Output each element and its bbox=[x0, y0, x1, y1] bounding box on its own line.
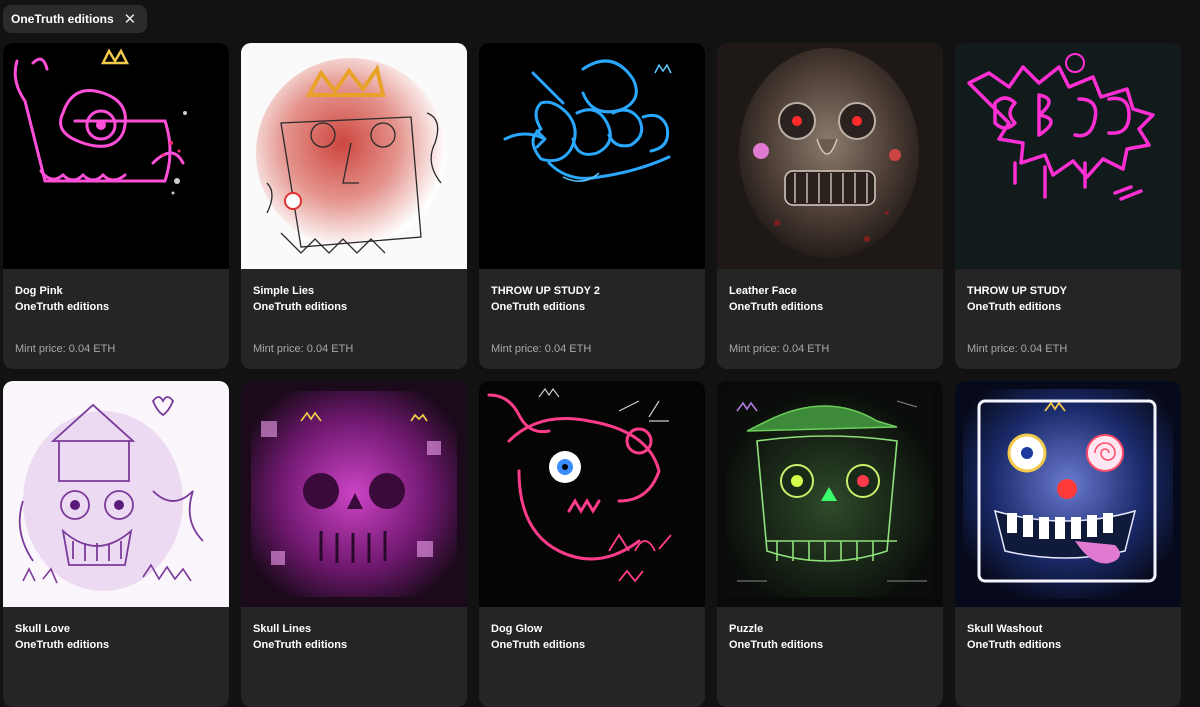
artwork-image bbox=[241, 43, 467, 269]
artwork-image bbox=[3, 43, 229, 269]
nft-card[interactable]: Skull Lines OneTruth editions bbox=[241, 381, 467, 707]
artwork-image bbox=[955, 43, 1181, 269]
nft-collection: OneTruth editions bbox=[15, 301, 110, 313]
nft-card[interactable]: Leather Face OneTruth editions Mint pric… bbox=[717, 43, 943, 369]
nft-collection: OneTruth editions bbox=[729, 301, 824, 313]
nft-card[interactable]: THROW UP STUDY 2 OneTruth editions Mint … bbox=[479, 43, 705, 369]
mint-price: Mint price: 0.04 ETH bbox=[729, 343, 830, 355]
nft-card[interactable]: THROW UP STUDY OneTruth editions Mint pr… bbox=[955, 43, 1181, 369]
nft-title: Skull Lines bbox=[253, 623, 312, 635]
nft-title: Skull Love bbox=[15, 623, 71, 635]
nft-grid: Dog Pink OneTruth editions Mint price: 0… bbox=[3, 43, 1181, 707]
mint-price: Mint price: 0.04 ETH bbox=[967, 343, 1068, 355]
nft-collection: OneTruth editions bbox=[967, 301, 1062, 313]
nft-card[interactable]: Simple Lies OneTruth editions Mint price… bbox=[241, 43, 467, 369]
nft-title: THROW UP STUDY 2 bbox=[491, 285, 600, 297]
nft-collection: OneTruth editions bbox=[491, 301, 586, 313]
filter-bar: OneTruth editions ✕ bbox=[0, 0, 1200, 38]
nft-collection: OneTruth editions bbox=[15, 639, 110, 651]
nft-title: Dog Pink bbox=[15, 285, 63, 297]
artwork-image bbox=[241, 381, 467, 607]
artwork-image bbox=[479, 43, 705, 269]
card-info: Simple Lies OneTruth editions Mint price… bbox=[241, 269, 467, 369]
card-info: Leather Face OneTruth editions Mint pric… bbox=[717, 269, 943, 369]
nft-card[interactable]: Skull Washout OneTruth editions bbox=[955, 381, 1181, 707]
nft-title: Dog Glow bbox=[491, 623, 543, 635]
artwork-image bbox=[717, 381, 943, 607]
mint-price: Mint price: 0.04 ETH bbox=[15, 343, 116, 355]
mint-price: Mint price: 0.04 ETH bbox=[491, 343, 592, 355]
nft-title: Simple Lies bbox=[253, 285, 315, 297]
filter-chip[interactable]: OneTruth editions ✕ bbox=[3, 5, 148, 33]
card-info: THROW UP STUDY OneTruth editions Mint pr… bbox=[955, 269, 1181, 369]
nft-card[interactable]: Puzzle OneTruth editions bbox=[717, 381, 943, 707]
nft-title: Skull Washout bbox=[967, 623, 1043, 635]
artwork-image bbox=[955, 381, 1181, 607]
artwork-image bbox=[479, 381, 705, 607]
artwork-image bbox=[717, 43, 943, 269]
card-info: Skull Lines OneTruth editions bbox=[241, 607, 467, 707]
nft-card[interactable]: Skull Love OneTruth editions bbox=[3, 381, 229, 707]
nft-collection: OneTruth editions bbox=[253, 301, 348, 313]
card-info: THROW UP STUDY 2 OneTruth editions Mint … bbox=[479, 269, 705, 369]
nft-title: THROW UP STUDY bbox=[967, 285, 1068, 297]
card-info: Puzzle OneTruth editions bbox=[717, 607, 943, 707]
nft-collection: OneTruth editions bbox=[967, 639, 1062, 651]
nft-title: Leather Face bbox=[729, 285, 797, 297]
card-info: Skull Washout OneTruth editions bbox=[955, 607, 1181, 707]
card-info: Dog Pink OneTruth editions Mint price: 0… bbox=[3, 269, 229, 369]
mint-price: Mint price: 0.04 ETH bbox=[253, 343, 354, 355]
nft-card[interactable]: Dog Pink OneTruth editions Mint price: 0… bbox=[3, 43, 229, 369]
card-info: Dog Glow OneTruth editions bbox=[479, 607, 705, 707]
filter-chip-label: OneTruth editions bbox=[11, 12, 114, 26]
nft-collection: OneTruth editions bbox=[729, 639, 824, 651]
nft-collection: OneTruth editions bbox=[253, 639, 348, 651]
artwork-image bbox=[3, 381, 229, 607]
nft-title: Puzzle bbox=[729, 623, 764, 635]
close-icon[interactable]: ✕ bbox=[124, 12, 137, 27]
card-info: Skull Love OneTruth editions bbox=[3, 607, 229, 707]
nft-collection: OneTruth editions bbox=[491, 639, 586, 651]
nft-card[interactable]: Dog Glow OneTruth editions bbox=[479, 381, 705, 707]
